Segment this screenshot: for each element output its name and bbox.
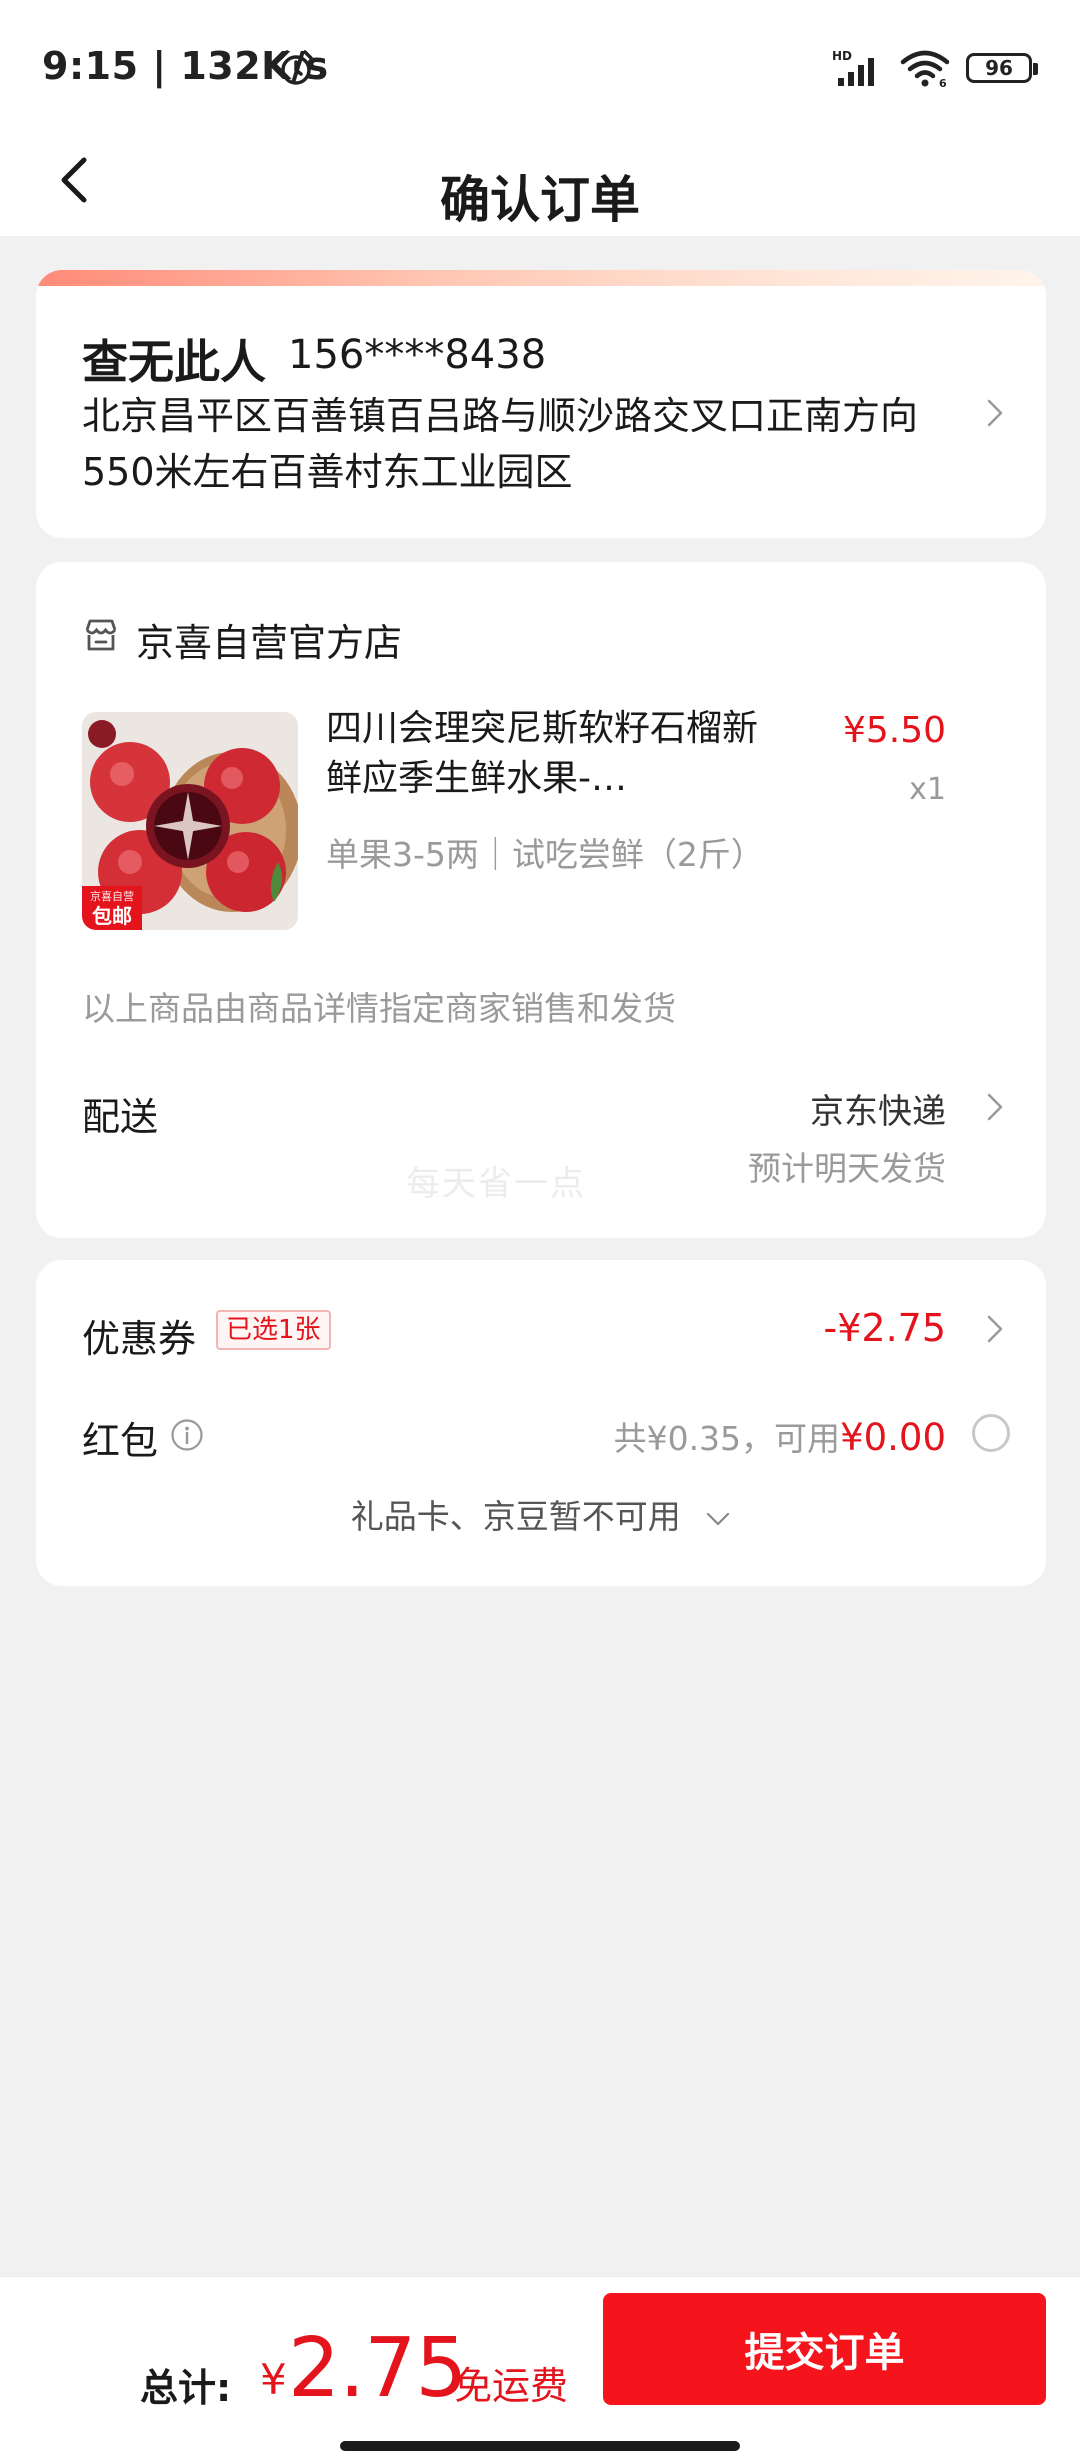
- svg-text:6: 6: [939, 77, 947, 88]
- submit-order-button[interactable]: 提交订单: [603, 2293, 1046, 2405]
- delivery-label: 配送: [82, 1095, 159, 1139]
- alarm-icon: [279, 50, 313, 85]
- redpacket-label: 红包: [82, 1419, 159, 1463]
- product-spec: 单果3-5两｜试吃尝鲜（2斤）: [326, 835, 764, 874]
- total-amount: 2.75: [288, 2321, 468, 2416]
- signal-icon: HD: [832, 49, 874, 86]
- product-quantity: x1: [909, 772, 946, 807]
- coupon-label: 优惠券: [82, 1317, 197, 1361]
- redpacket-radio[interactable]: [972, 1414, 1010, 1452]
- status-bar: 9:15 | 132K/s HD 6 96: [0, 0, 1080, 130]
- total-label: 总计:: [140, 2366, 232, 2410]
- badge-main: 包邮: [92, 904, 132, 928]
- battery-icon: 96: [966, 53, 1038, 83]
- coupon-amount[interactable]: -¥2.75: [824, 1306, 947, 1350]
- redpacket-summary: 共¥0.35，可用¥0.00: [614, 1412, 946, 1460]
- giftcard-text: 礼品卡、京豆暂不可用: [350, 1497, 681, 1536]
- chevron-right-icon: [987, 399, 1003, 427]
- watermark: 每天省一点: [406, 1164, 586, 1204]
- store-icon: [85, 619, 117, 651]
- delivery-method[interactable]: 京东快递: [810, 1084, 946, 1133]
- giftcard-row[interactable]: 礼品卡、京豆暂不可用: [36, 1490, 1046, 1538]
- product-image[interactable]: 京喜自营 包邮: [82, 712, 298, 930]
- wifi-icon: 6: [900, 50, 950, 88]
- redpacket-available: ¥0.00: [840, 1416, 946, 1459]
- free-shipping-label: 免运费: [454, 2364, 569, 2408]
- coupon-selected-badge: 已选1张: [216, 1310, 331, 1350]
- badge-top: 京喜自营: [90, 890, 134, 903]
- address-gradient-strip: [36, 270, 1046, 286]
- info-icon[interactable]: [170, 1418, 204, 1452]
- status-icons: HD 6 96: [832, 46, 1038, 90]
- product-price: ¥5.50: [842, 710, 946, 751]
- chevron-right-icon[interactable]: [986, 1314, 1004, 1344]
- battery-level: 96: [985, 56, 1013, 80]
- home-indicator[interactable]: [340, 2441, 740, 2451]
- redpacket-total: 共¥0.35，可用: [613, 1419, 841, 1458]
- recipient-name: 查无此人: [82, 335, 266, 389]
- bottom-bar: 总计: ¥ 2.75 免运费 提交订单: [0, 2276, 1080, 2461]
- seller-note: 以上商品由商品详情指定商家销售和发货: [82, 989, 676, 1028]
- order-card: 京喜自营官方店 京喜自营 包邮 四川会理突尼斯软籽石榴新鲜应季生鲜水果-… 单果…: [36, 562, 1046, 1238]
- header: 确认订单: [0, 130, 1080, 236]
- delivery-eta: 预计明天发货: [748, 1149, 946, 1188]
- chevron-right-icon[interactable]: [986, 1092, 1004, 1122]
- product-badge: 京喜自营 包邮: [82, 886, 142, 930]
- svg-text:HD: HD: [832, 49, 852, 63]
- currency-symbol: ¥: [260, 2355, 287, 2404]
- store-name: 京喜自营官方店: [136, 621, 403, 665]
- address-detail: 北京昌平区百善镇百吕路与顺沙路交叉口正南方向550米左右百善村东工业园区: [82, 394, 919, 494]
- product-title[interactable]: 四川会理突尼斯软籽石榴新鲜应季生鲜水果-…: [326, 704, 766, 804]
- page-title: 确认订单: [440, 171, 640, 229]
- chevron-down-icon: [707, 1512, 730, 1525]
- address-card[interactable]: 查无此人 156****8438 北京昌平区百善镇百吕路与顺沙路交叉口正南方向5…: [36, 270, 1046, 538]
- recipient-phone: 156****8438: [288, 332, 547, 378]
- discount-card: 优惠券 已选1张 -¥2.75 红包 共¥0.35，可用¥0.00 礼品卡、京豆…: [36, 1260, 1046, 1586]
